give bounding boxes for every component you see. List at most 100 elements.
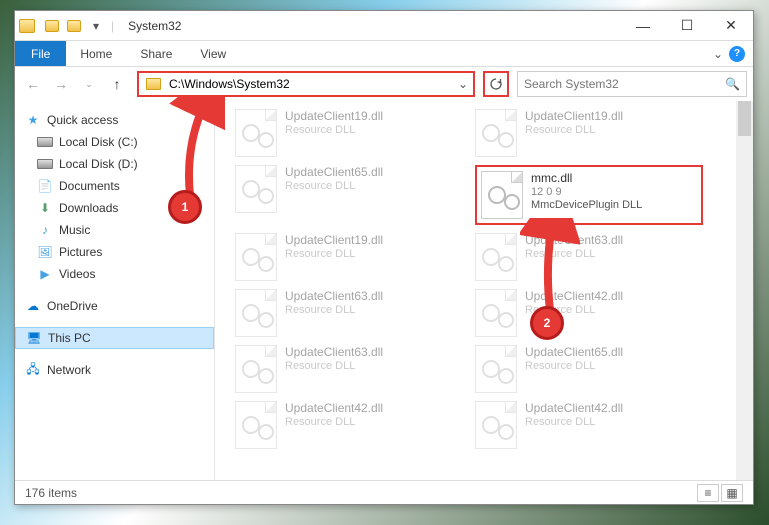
scroll-thumb[interactable]	[738, 101, 751, 136]
tab-view[interactable]: View	[186, 41, 240, 66]
file-list[interactable]: UpdateClient19.dllResource DLL UpdateCli…	[215, 101, 753, 480]
ribbon-tabs: File Home Share View ⌄ ?	[15, 41, 753, 67]
music-icon: ♪	[37, 222, 53, 238]
file-item[interactable]: UpdateClient19.dllResource DLL	[235, 109, 455, 157]
help-icon[interactable]: ?	[729, 46, 745, 62]
file-name: mmc.dll	[531, 171, 642, 185]
sidebar-label: Pictures	[59, 245, 102, 259]
disk-icon	[37, 156, 53, 172]
nav-recent-dropdown[interactable]: ⌄	[77, 72, 101, 96]
dll-icon	[235, 165, 277, 213]
videos-icon: ▶	[37, 266, 53, 282]
file-name: UpdateClient19.dll	[525, 109, 623, 123]
file-type: Resource DLL	[285, 360, 383, 372]
tab-file[interactable]: File	[15, 41, 66, 66]
network-icon: 🖧	[25, 362, 41, 378]
file-name: UpdateClient65.dll	[285, 165, 383, 179]
qat-new-folder[interactable]	[65, 17, 83, 35]
file-type: Resource DLL	[285, 248, 383, 260]
callout-number: 1	[182, 200, 189, 214]
annotation-callout-1: 1	[168, 190, 202, 224]
address-bar[interactable]: ⌄	[137, 71, 475, 97]
sidebar-this-pc[interactable]: 🖥 This PC	[15, 327, 214, 349]
nav-up-button[interactable]: ↑	[105, 72, 129, 96]
annotation-callout-2: 2	[530, 306, 564, 340]
pictures-icon: 🖼	[37, 244, 53, 260]
sidebar-label: Local Disk (D:)	[59, 157, 138, 171]
address-input[interactable]	[167, 77, 453, 91]
titlebar: ▾ | System32 — ☐ ✕	[15, 11, 753, 41]
dll-icon	[235, 345, 277, 393]
sidebar-label: Quick access	[47, 113, 118, 127]
scrollbar[interactable]	[736, 101, 753, 480]
callout-number: 2	[544, 316, 551, 330]
file-type: Resource DLL	[285, 416, 383, 428]
search-box[interactable]: 🔍	[517, 71, 747, 97]
file-name: UpdateClient63.dll	[285, 345, 383, 359]
sidebar-label: Music	[59, 223, 90, 237]
dll-icon	[235, 109, 277, 157]
view-details-button[interactable]: ≡	[697, 484, 719, 502]
file-name: UpdateClient63.dll	[285, 289, 383, 303]
file-type: Resource DLL	[285, 180, 383, 192]
address-dropdown-icon[interactable]: ⌄	[453, 77, 473, 91]
file-item[interactable]: UpdateClient19.dllResource DLL	[475, 109, 695, 157]
statusbar: 176 items ≡ ▦	[15, 480, 753, 504]
dll-icon	[475, 233, 517, 281]
disk-icon	[37, 134, 53, 150]
sidebar-label: Videos	[59, 267, 95, 281]
annotation-arrow-1	[155, 95, 225, 205]
status-item-count: 176 items	[25, 486, 77, 500]
refresh-button[interactable]	[483, 71, 509, 97]
file-item[interactable]: UpdateClient42.dllResource DLL	[475, 289, 695, 337]
navbar: ← → ⌄ ↑ ⌄ 🔍	[15, 67, 753, 101]
nav-back-button[interactable]: ←	[21, 72, 45, 96]
documents-icon: 📄	[37, 178, 53, 194]
window-title: System32	[128, 19, 181, 33]
file-item-mmc-dll[interactable]: mmc.dll12 0 9MmcDevicePlugin DLL	[475, 165, 703, 225]
dll-icon	[475, 109, 517, 157]
file-item[interactable]: UpdateClient65.dllResource DLL	[235, 165, 455, 225]
sidebar-label: Local Disk (C:)	[59, 135, 138, 149]
tab-share[interactable]: Share	[126, 41, 186, 66]
sidebar-onedrive[interactable]: ☁ OneDrive	[15, 295, 214, 317]
file-item[interactable]: UpdateClient63.dllResource DLL	[235, 289, 455, 337]
file-item[interactable]: UpdateClient19.dllResource DLL	[235, 233, 455, 281]
titlebar-left: ▾ | System32	[15, 17, 181, 35]
file-item[interactable]: UpdateClient63.dllResource DLL	[235, 345, 455, 393]
tab-home[interactable]: Home	[66, 41, 126, 66]
dll-icon	[481, 171, 523, 219]
file-name: UpdateClient19.dll	[285, 233, 383, 247]
star-icon: ★	[25, 112, 41, 128]
file-item[interactable]: UpdateClient63.dllResource DLL	[475, 233, 695, 281]
sidebar-network[interactable]: 🖧Network	[15, 359, 214, 381]
sidebar-videos[interactable]: ▶ Videos	[15, 263, 214, 285]
qat-dropdown[interactable]: ▾	[87, 17, 105, 35]
file-type: Resource DLL	[525, 360, 623, 372]
maximize-button[interactable]: ☐	[665, 11, 709, 40]
close-button[interactable]: ✕	[709, 11, 753, 40]
address-folder-icon	[143, 74, 163, 94]
pc-icon: 🖥	[26, 330, 42, 346]
file-item[interactable]: UpdateClient42.dllResource DLL	[475, 401, 695, 449]
dll-icon	[475, 401, 517, 449]
qat-properties[interactable]	[43, 17, 61, 35]
sidebar-label: OneDrive	[47, 299, 98, 313]
search-icon[interactable]: 🔍	[725, 77, 740, 91]
minimize-button[interactable]: —	[621, 11, 665, 40]
window-icon[interactable]	[19, 19, 35, 33]
file-type: Resource DLL	[285, 124, 383, 136]
search-input[interactable]	[524, 77, 725, 91]
dll-icon	[235, 289, 277, 337]
ribbon-chevron-icon[interactable]: ⌄	[713, 47, 723, 61]
file-name: UpdateClient42.dll	[285, 401, 383, 415]
file-name: UpdateClient42.dll	[525, 401, 623, 415]
sidebar-pictures[interactable]: 🖼 Pictures	[15, 241, 214, 263]
file-item[interactable]: UpdateClient42.dllResource DLL	[235, 401, 455, 449]
view-large-button[interactable]: ▦	[721, 484, 743, 502]
sidebar-label: This PC	[48, 331, 91, 345]
onedrive-icon: ☁	[25, 298, 41, 314]
file-item[interactable]: UpdateClient65.dllResource DLL	[475, 345, 695, 393]
annotation-arrow-2	[520, 218, 580, 318]
dll-icon	[235, 233, 277, 281]
